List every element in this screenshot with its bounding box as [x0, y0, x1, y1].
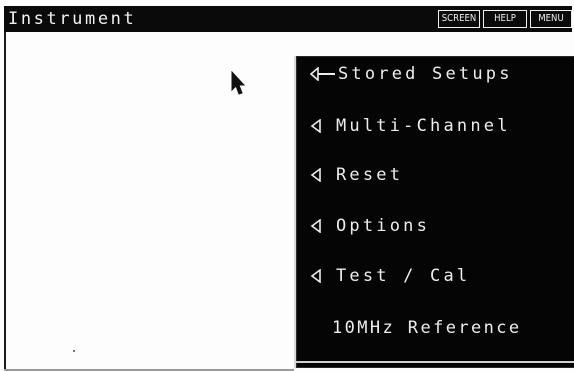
- menu-item-reset[interactable]: Reset: [310, 162, 403, 188]
- title-bar: Instrument SCREEN HELP MENU: [4, 6, 572, 32]
- menu-item-options[interactable]: Options: [310, 213, 430, 239]
- softkey-group: SCREEN HELP MENU: [438, 10, 572, 28]
- menu-item-label: Test / Cal: [336, 266, 471, 286]
- menu-item-test-cal[interactable]: Test / Cal: [310, 263, 470, 289]
- screen-button[interactable]: SCREEN: [438, 10, 480, 28]
- help-button[interactable]: HELP: [483, 10, 527, 28]
- mouse-pointer-icon: [231, 71, 245, 95]
- window-title: Instrument: [8, 9, 137, 29]
- menu-item-label: Stored Setups: [338, 64, 513, 84]
- submenu-arrow-icon: [310, 219, 321, 233]
- menu-item-10mhz-reference[interactable]: 10MHz Reference: [332, 315, 522, 341]
- menu-item-label: 10MHz Reference: [332, 318, 522, 338]
- menu-item-multi-channel[interactable]: Multi-Channel: [310, 113, 511, 139]
- left-frame-edge: [4, 32, 6, 371]
- screen-speck: [73, 350, 75, 352]
- submenu-arrow-icon: [310, 168, 321, 182]
- menu-item-label: Options: [336, 216, 431, 236]
- menu-item-stored-setups[interactable]: Stored Setups: [310, 61, 513, 87]
- submenu-arrow-icon: [310, 119, 321, 133]
- menu-button[interactable]: MENU: [530, 10, 572, 28]
- submenu-arrow-icon: [310, 67, 335, 81]
- menu-item-label: Reset: [336, 165, 404, 185]
- menu-item-label: Multi-Channel: [336, 116, 511, 136]
- instrument-dropdown-menu: Stored Setups Multi-Channel Reset Option…: [294, 56, 574, 368]
- submenu-arrow-icon: [310, 269, 321, 283]
- instrument-screen: Instrument SCREEN HELP MENU Stored Setup…: [0, 0, 574, 371]
